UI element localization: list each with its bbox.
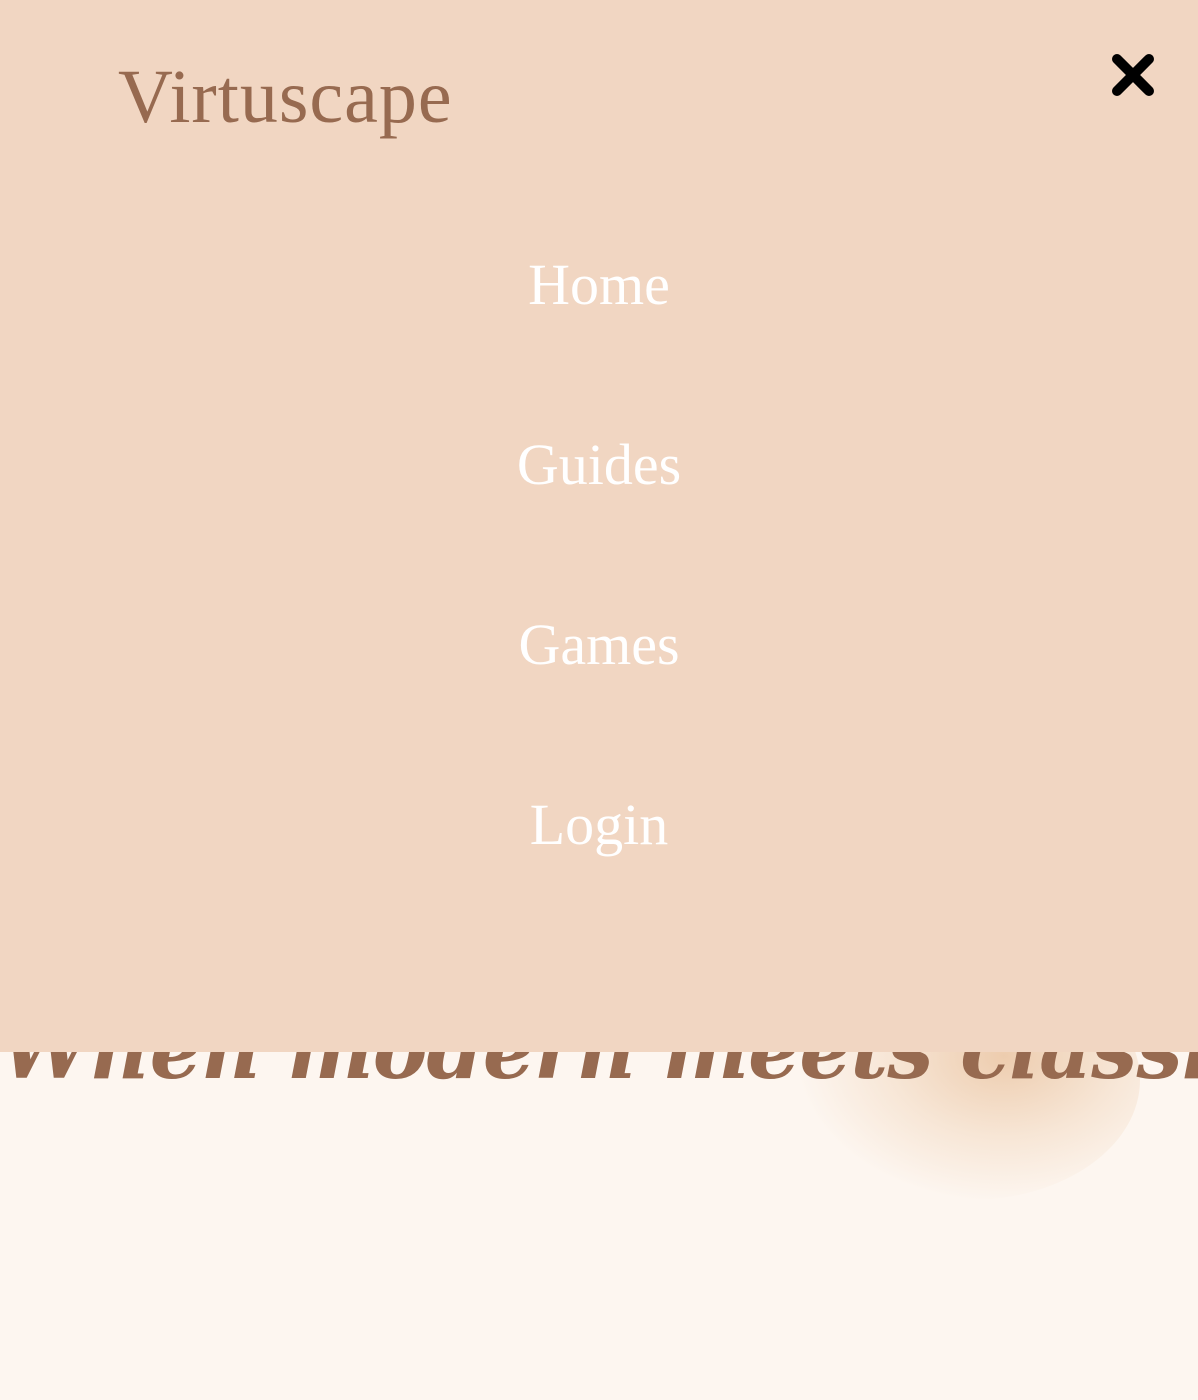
close-icon: [1112, 54, 1154, 96]
nav-item-home[interactable]: Home: [0, 250, 1198, 320]
site-logo[interactable]: Virtuscape: [118, 52, 453, 142]
page: When modern meets classic Virtuscape Hom…: [0, 0, 1198, 1400]
nav-item-guides[interactable]: Guides: [0, 430, 1198, 500]
navigation-menu-overlay: Virtuscape Home Guides Games Login: [0, 0, 1198, 1052]
nav-item-games[interactable]: Games: [0, 610, 1198, 680]
nav-item-label: Guides: [516, 432, 682, 497]
close-menu-button[interactable]: [1104, 46, 1162, 104]
nav-item-label: Login: [529, 792, 669, 857]
nav-item-login[interactable]: Login: [0, 790, 1198, 860]
nav-item-label: Games: [518, 612, 680, 677]
nav-item-label: Home: [528, 252, 670, 317]
